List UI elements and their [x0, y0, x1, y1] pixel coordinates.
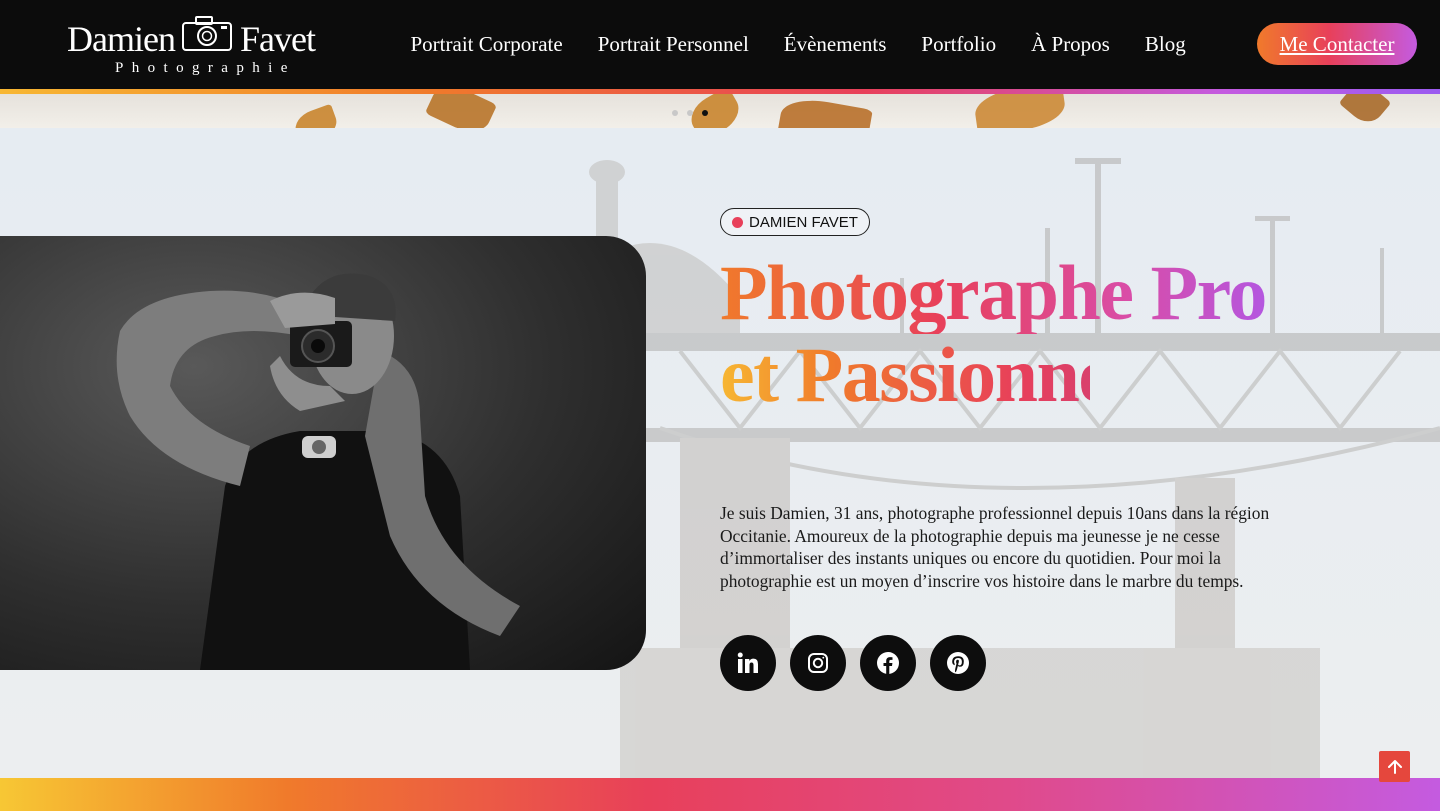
footer-gradient-stripe: [0, 778, 1440, 811]
site-logo[interactable]: Damien Favet Photographie: [67, 12, 317, 80]
instagram-icon: [808, 653, 828, 673]
slider-dot-active[interactable]: [702, 110, 708, 116]
slider-dot[interactable]: [672, 110, 678, 116]
pinterest-link[interactable]: [930, 635, 986, 691]
nav-evenements[interactable]: Évènements: [766, 32, 904, 57]
hero-section: DAMIEN FAVET Photographe Pro et Passionn…: [0, 128, 1440, 778]
name-badge: DAMIEN FAVET: [720, 208, 870, 236]
hero-headline: Photographe Pro et Passionné: [720, 249, 1267, 418]
instagram-link[interactable]: [790, 635, 846, 691]
pinterest-icon: [947, 652, 969, 674]
arrow-up-icon: [1387, 759, 1402, 774]
nav-a-propos[interactable]: À Propos: [1014, 32, 1128, 57]
logo-tagline: Photographie: [115, 60, 296, 76]
leaf-decoration: [424, 94, 498, 128]
site-header: Damien Favet Photographie Portrait Corpo…: [0, 0, 1440, 89]
linkedin-link[interactable]: [720, 635, 776, 691]
headline-line-2: et Passionné: [720, 331, 1113, 418]
facebook-link[interactable]: [860, 635, 916, 691]
slider-strip: [0, 94, 1440, 128]
nav-portfolio[interactable]: Portfolio: [904, 32, 1014, 57]
contact-button[interactable]: Me Contacter: [1257, 23, 1417, 65]
logo-last-name: Favet: [240, 19, 316, 59]
scroll-to-top-button[interactable]: [1379, 751, 1410, 782]
slider-dot[interactable]: [687, 110, 693, 116]
nav-portrait-corporate[interactable]: Portrait Corporate: [393, 32, 580, 57]
nav-blog[interactable]: Blog: [1127, 32, 1203, 57]
facebook-icon: [877, 652, 899, 674]
photographer-portrait-image: [0, 236, 646, 670]
linkedin-icon: [737, 652, 758, 673]
social-links: [720, 635, 986, 691]
leaf-decoration: [777, 94, 873, 128]
badge-dot-icon: [732, 216, 743, 228]
slider-dots: [672, 110, 708, 116]
leaf-decoration: [972, 94, 1068, 128]
nav-portrait-personnel[interactable]: Portrait Personnel: [580, 32, 766, 57]
main-nav: Portrait Corporate Portrait Personnel Év…: [393, 0, 1203, 89]
headline-line-1: Photographe Pro: [720, 249, 1267, 336]
leaf-decoration: [1338, 94, 1392, 128]
badge-label: DAMIEN FAVET: [749, 213, 858, 231]
logo-first-name: Damien: [67, 19, 176, 59]
hero-bio: Je suis Damien, 31 ans, photographe prof…: [720, 503, 1270, 591]
leaf-decoration: [291, 103, 341, 128]
camera-logo-icon: [182, 16, 232, 51]
